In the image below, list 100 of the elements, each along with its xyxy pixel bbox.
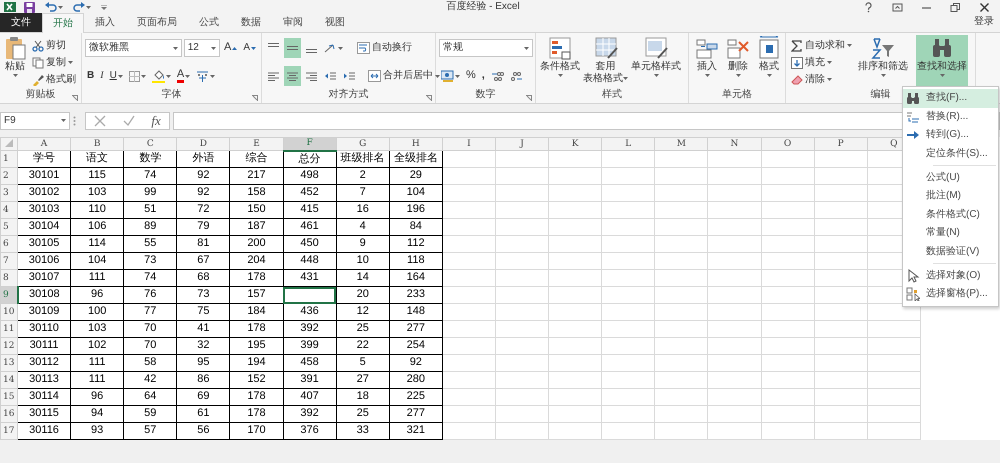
- italic-button[interactable]: I: [98, 66, 106, 86]
- row-header[interactable]: 8: [0, 270, 18, 286]
- menu-item[interactable]: 替换(R)...: [903, 108, 998, 126]
- number-format-dropdown[interactable]: 常规: [439, 39, 533, 57]
- column-header[interactable]: D: [176, 138, 230, 150]
- comma-style-button[interactable]: ,: [480, 66, 487, 86]
- column-header[interactable]: C: [124, 138, 177, 150]
- column-header[interactable]: H: [389, 138, 442, 150]
- row-header[interactable]: 7: [0, 252, 18, 270]
- conditional-formatting-button[interactable]: 条件格式: [539, 35, 581, 89]
- row-header[interactable]: 16: [0, 406, 18, 422]
- column-header[interactable]: M: [654, 138, 708, 150]
- menu-item[interactable]: 公式(U): [903, 168, 998, 187]
- table-cell: 277: [389, 320, 442, 338]
- row-header[interactable]: 12: [0, 338, 18, 354]
- ribbon-tab[interactable]: 审阅: [272, 13, 314, 32]
- row-header[interactable]: 4: [0, 202, 18, 218]
- up-caret-icon: [232, 46, 238, 50]
- table-cell: 391: [283, 372, 336, 388]
- ribbon-tab[interactable]: 插入: [84, 13, 126, 32]
- menu-item[interactable]: 选择对象(O): [903, 266, 998, 285]
- sigma-icon: [791, 40, 803, 52]
- fill-button[interactable]: 填充: [789, 54, 854, 71]
- column-header[interactable]: G: [336, 138, 390, 150]
- column-header[interactable]: B: [70, 138, 124, 150]
- name-box[interactable]: F9: [0, 112, 70, 130]
- column-header[interactable]: K: [548, 138, 602, 150]
- row-header[interactable]: 5: [0, 218, 18, 236]
- ribbon-tab[interactable]: 视图: [314, 13, 356, 32]
- row-header[interactable]: 10: [0, 304, 18, 320]
- center-button[interactable]: [284, 66, 301, 86]
- autosum-button[interactable]: 自动求和: [789, 37, 854, 54]
- menu-item[interactable]: 选择窗格(P)...: [903, 284, 998, 304]
- column-header[interactable]: O: [761, 138, 814, 150]
- font-color-button[interactable]: A: [174, 66, 192, 86]
- table-cell: 班级排名: [336, 150, 390, 168]
- underline-button[interactable]: U: [108, 66, 125, 86]
- table-cell: 407: [283, 388, 336, 406]
- merge-center-button[interactable]: 合并后居中: [366, 68, 442, 84]
- table-cell: 448: [283, 252, 336, 270]
- row-header[interactable]: 2: [0, 168, 18, 184]
- menu-item[interactable]: 批注(M): [903, 186, 998, 206]
- cut-button[interactable]: 剪切: [30, 37, 78, 54]
- insert-button[interactable]: 插入: [692, 35, 722, 89]
- bold-button[interactable]: B: [85, 66, 96, 86]
- format-button[interactable]: 格式: [754, 35, 784, 89]
- menu-item[interactable]: 条件格式(C): [903, 206, 998, 224]
- wrap-text-button[interactable]: 自动换行: [355, 40, 414, 56]
- clear-button[interactable]: 清除: [789, 71, 854, 88]
- menu-item[interactable]: 常量(N): [903, 224, 998, 243]
- shrink-font-button[interactable]: A: [241, 38, 258, 58]
- copy-button[interactable]: 复制: [30, 54, 78, 71]
- table-cell: 196: [389, 202, 442, 218]
- table-cell: 115: [70, 168, 124, 184]
- format-painter-button[interactable]: 格式刷: [30, 71, 78, 88]
- ribbon-tab[interactable]: 公式: [188, 13, 230, 32]
- column-header[interactable]: P: [814, 138, 868, 150]
- sort-filter-button[interactable]: 排序和筛选: [857, 35, 909, 89]
- active-cell[interactable]: [283, 286, 336, 304]
- row-header[interactable]: 13: [0, 354, 18, 372]
- column-header[interactable]: E: [230, 138, 284, 150]
- ribbon-tab[interactable]: 数据: [230, 13, 272, 32]
- column-header[interactable]: F: [283, 138, 336, 150]
- delete-button[interactable]: 删除: [723, 35, 753, 89]
- table-cell: 95: [176, 354, 230, 372]
- column-header[interactable]: J: [495, 138, 549, 150]
- redo-button[interactable]: [71, 0, 93, 14]
- row-header[interactable]: 3: [0, 184, 18, 202]
- row-header[interactable]: 14: [0, 372, 18, 388]
- font-size-dropdown[interactable]: 12: [184, 39, 220, 57]
- find-select-button[interactable]: 查找和选择: [916, 35, 968, 89]
- row-header[interactable]: 6: [0, 236, 18, 252]
- row-header[interactable]: 11: [0, 320, 18, 338]
- table-cell: 157: [230, 286, 284, 304]
- insert-function-button[interactable]: fx: [149, 110, 163, 130]
- row-header[interactable]: 17: [0, 422, 18, 440]
- column-header[interactable]: I: [442, 138, 496, 150]
- menu-item[interactable]: 数据验证(V): [903, 242, 998, 262]
- cell-styles-button[interactable]: 单元格样式: [630, 35, 682, 89]
- format-as-table-button[interactable]: 套用 表格格式: [582, 35, 629, 89]
- paste-button[interactable]: 粘贴: [3, 35, 27, 89]
- sign-in-link[interactable]: 登录: [968, 16, 1000, 32]
- row-header[interactable]: 1: [0, 150, 18, 168]
- percent-button[interactable]: %: [464, 66, 478, 86]
- column-header[interactable]: A: [18, 138, 71, 150]
- row-header[interactable]: 9: [0, 286, 18, 304]
- menu-item[interactable]: 查找(F)...: [903, 89, 998, 108]
- ribbon-tab[interactable]: 页面布局: [126, 13, 188, 32]
- row-header[interactable]: 15: [0, 388, 18, 406]
- save-button[interactable]: [22, 0, 37, 14]
- file-tab[interactable]: 文件: [0, 13, 42, 32]
- column-header[interactable]: N: [708, 138, 762, 150]
- font-name-dropdown[interactable]: 微软雅黑: [85, 39, 182, 57]
- column-header[interactable]: L: [602, 138, 655, 150]
- caret-icon: [118, 74, 123, 78]
- undo-button[interactable]: [43, 0, 65, 14]
- middle-align-button[interactable]: [284, 38, 301, 58]
- grow-font-button[interactable]: A: [222, 38, 240, 58]
- clipboard-icon: [4, 36, 26, 60]
- ribbon-tab[interactable]: 开始: [42, 13, 84, 33]
